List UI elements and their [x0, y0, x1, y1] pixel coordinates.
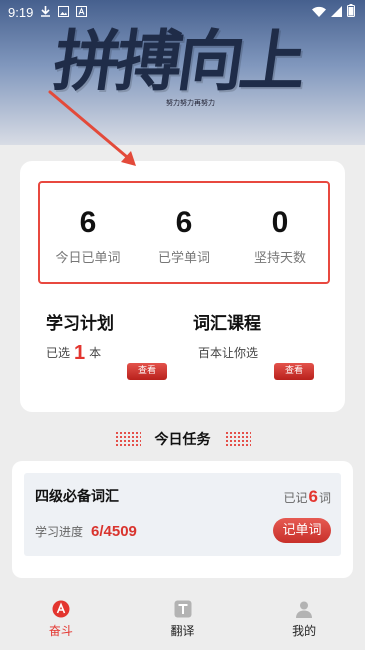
bottom-nav: 奋斗 翻译 我的 [0, 590, 365, 650]
stat-value: 0 [271, 206, 289, 239]
stat-value: 6 [79, 206, 97, 239]
dots-decoration [224, 431, 251, 447]
battery-icon [347, 4, 355, 20]
image-icon [58, 5, 70, 20]
nav-label: 奋斗 [48, 624, 73, 638]
task-card: 四级必备词汇 已记 6 词 学习进度 6/4509 记单词 [12, 461, 353, 578]
nav-item-translate[interactable]: 翻译 [122, 590, 244, 650]
today-tasks-title: 今日任务 [154, 432, 211, 448]
task-name: 四级必备词汇 [35, 489, 119, 505]
plan-view-button[interactable]: 查看 [127, 363, 167, 380]
vocab-course[interactable]: 词汇课程 百本让你选 [193, 309, 261, 361]
stat-value: 6 [175, 206, 193, 239]
nav-item-fendou[interactable]: 奋斗 [0, 590, 122, 650]
wifi-icon [312, 5, 326, 20]
nav-item-profile[interactable]: 我的 [243, 590, 365, 650]
translate-icon [174, 600, 192, 618]
status-bar: 9:19 [0, 0, 365, 24]
recorded-prefix: 已记 [283, 491, 308, 505]
record-words-button[interactable]: 记单词 [273, 518, 331, 543]
nav-label: 我的 [292, 624, 317, 638]
progress-value: 6/4509 [91, 523, 137, 540]
plan-count: 1 [74, 341, 86, 364]
fendou-icon [52, 600, 70, 618]
font-icon [76, 5, 88, 20]
vocab-course-subtitle: 百本让你选 [198, 346, 259, 360]
study-plan-subtitle: 已选 1 本 [46, 341, 114, 364]
vocab-course-title: 词汇课程 [193, 314, 261, 334]
signal-icon [331, 5, 342, 20]
plan-prefix: 已选 [46, 346, 71, 360]
study-plan[interactable]: 学习计划 已选 1 本 [46, 309, 114, 364]
stat-label: 坚持天数 [253, 251, 306, 266]
recorded-suffix: 词 [318, 491, 331, 505]
profile-icon [295, 600, 313, 618]
task-recorded: 已记 6 词 [284, 487, 332, 507]
today-tasks-heading: 今日任务 [0, 428, 365, 450]
stat-label: 今日已单词 [55, 251, 121, 266]
nav-label: 翻译 [170, 624, 195, 638]
plan-suffix: 本 [89, 346, 102, 360]
course-view-button[interactable]: 查看 [274, 363, 314, 380]
stat-streak-days: 0 坚持天数 [235, 206, 325, 267]
stat-today-words: 6 今日已单词 [43, 206, 133, 267]
arrow-icon [48, 90, 136, 166]
recorded-count: 6 [308, 487, 318, 506]
stat-label: 已学单词 [157, 251, 210, 266]
download-icon [40, 5, 51, 20]
study-plan-title: 学习计划 [46, 314, 114, 334]
status-time: 9:19 [8, 4, 34, 20]
stat-learned-words: 6 已学单词 [139, 206, 229, 267]
progress-label: 学习进度 [35, 525, 84, 539]
task-progress: 学习进度 6/4509 [35, 523, 137, 540]
task-item[interactable]: 四级必备词汇 已记 6 词 学习进度 6/4509 记单词 [24, 473, 341, 556]
dots-decoration [114, 431, 141, 447]
